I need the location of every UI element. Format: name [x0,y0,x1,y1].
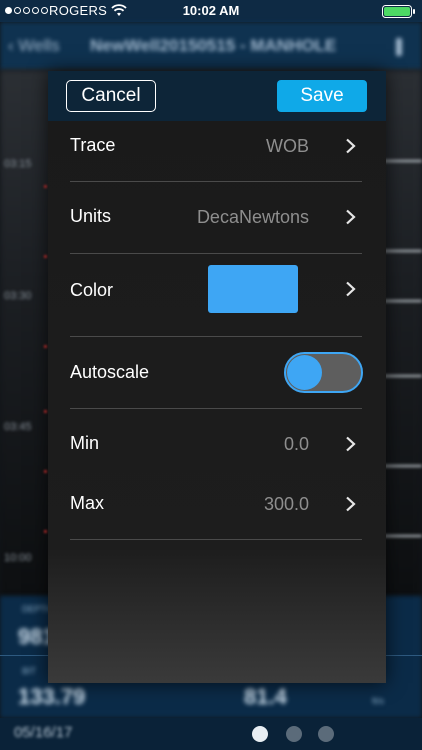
dialog-header: Cancel Save [48,71,386,121]
color-row[interactable]: Color [48,254,386,336]
units-value: DecaNewtons [196,207,309,227]
trace-settings-dialog: Cancel Save Trace WOB Units DecaNewtons … [48,71,386,683]
units-row[interactable]: Units DecaNewtons [48,182,386,253]
page-dot[interactable] [286,726,302,742]
max-row[interactable]: Max 300.0 [48,469,386,539]
autoscale-toggle[interactable] [284,352,363,393]
background-red-tick [44,530,47,533]
background-trace-mark [382,375,422,377]
autoscale-row: Autoscale [48,337,386,408]
row-divider [70,539,362,540]
chevron-right-icon [346,138,356,154]
toggle-knob [287,355,322,390]
page-dot-active[interactable] [252,726,268,742]
page-dot[interactable] [318,726,334,742]
chevron-right-icon [346,281,356,297]
trace-value: WOB [266,136,309,156]
autoscale-label: Autoscale [70,362,150,382]
background-readout-label: ft/s [372,696,385,706]
chevron-right-icon [346,436,356,452]
trace-label: Trace [70,135,116,155]
status-bar: ROGERS 10:02 AM [0,0,422,22]
background-depth-label: 03:45 [4,421,32,433]
background-trace-mark [382,300,422,302]
background-readout-value: 133.79 [18,684,86,709]
save-button[interactable]: Save [277,80,367,112]
background-depth-label: 03:30 [4,290,32,302]
color-swatch[interactable] [208,265,298,313]
background-red-tick [44,410,47,413]
background-trace-mark [382,160,422,162]
background-red-tick [44,470,47,473]
background-back-link: ‹ Wells [8,36,60,55]
max-value: 300.0 [263,494,309,514]
background-date: 05/16/17 [14,724,73,741]
background-red-tick [44,185,47,188]
background-readout-value: 81.4 [244,684,287,709]
background-menu-icon [396,38,402,56]
chevron-right-icon [346,209,356,225]
background-trace-mark [382,465,422,467]
background-red-tick [44,255,47,258]
background-depth-label: 03:15 [4,158,32,170]
background-trace-mark [382,535,422,537]
background-readout-label: BIT [22,666,37,676]
background-red-tick [44,345,47,348]
background-title: NewWell20150515 - MANHOLE [90,36,337,55]
cancel-button[interactable]: Cancel [66,80,156,112]
trace-row[interactable]: Trace WOB [48,121,386,181]
min-label: Min [70,433,100,453]
min-row[interactable]: Min 0.0 [48,409,386,469]
chevron-right-icon [346,496,356,512]
battery-icon [382,5,415,18]
status-time: 10:02 AM [182,3,240,18]
max-label: Max [70,493,105,513]
min-value: 0.0 [283,434,309,454]
units-label: Units [70,206,112,226]
background-trace-mark [382,250,422,252]
background-depth-label: 10:00 [4,552,32,564]
color-label: Color [70,280,114,300]
